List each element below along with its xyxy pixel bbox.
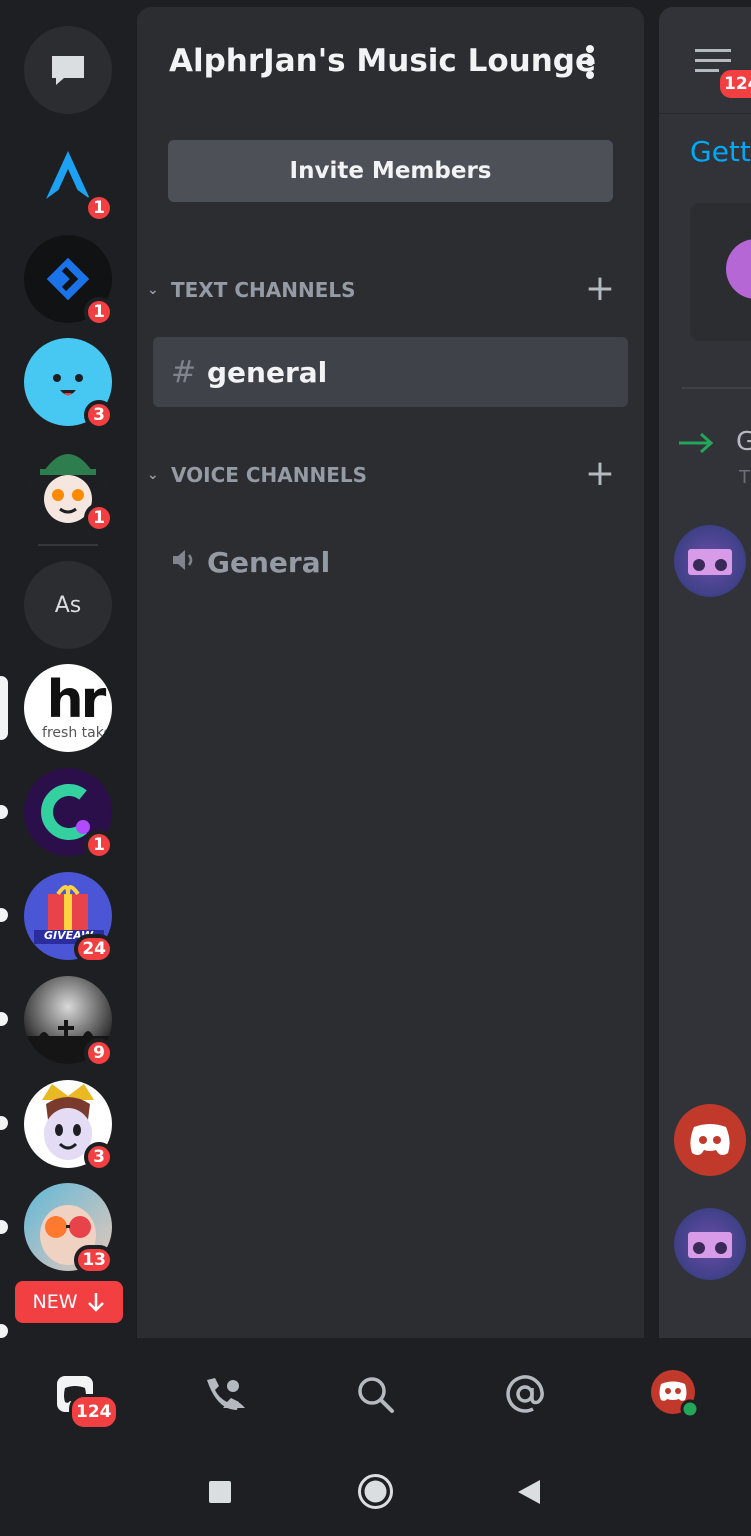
- unread-indicator: [0, 908, 8, 922]
- join-message-sub: T: [739, 467, 750, 488]
- friends-icon: [207, 1378, 245, 1410]
- server-name[interactable]: AlphrJan's Music Lounge: [169, 43, 596, 79]
- home-badge: 124: [69, 1394, 119, 1430]
- search-icon: [358, 1377, 394, 1413]
- new-unreads-button[interactable]: NEW: [15, 1281, 123, 1323]
- direct-messages-button[interactable]: [24, 26, 112, 114]
- server-icon-hat-avatar[interactable]: 1: [24, 441, 114, 533]
- join-arrow-icon: [679, 432, 714, 454]
- card-avatar: [726, 239, 751, 299]
- chevron-down-icon: ⌄: [147, 467, 159, 483]
- boombox-icon: [688, 549, 732, 575]
- unread-indicator: [0, 1012, 8, 1026]
- mention-badge: 1: [84, 503, 114, 533]
- voice-channel-general[interactable]: General: [153, 527, 628, 597]
- welcome-card: [690, 203, 751, 341]
- invite-members-button[interactable]: Invite Members: [168, 140, 613, 202]
- boombox-avatar[interactable]: [674, 525, 746, 597]
- unread-indicator: [0, 1324, 8, 1338]
- more-options-icon[interactable]: [583, 45, 597, 81]
- unread-indicator: [0, 1220, 8, 1234]
- mentions-tab[interactable]: [495, 1364, 555, 1424]
- selected-server-indicator: [0, 676, 8, 740]
- category-label: TEXT CHANNELS: [171, 278, 356, 302]
- mention-badge: 1: [84, 297, 114, 327]
- channel-panel: AlphrJan's Music Lounge Invite Members ⌄…: [137, 7, 644, 1338]
- alphr-logo-text: hr: [46, 670, 107, 730]
- channel-name: general: [207, 355, 328, 389]
- server-icon-giveaway[interactable]: GIVEAW 24: [24, 872, 114, 964]
- arrow-down-icon: [87, 1293, 104, 1312]
- unread-indicator: [0, 805, 8, 819]
- server-icon-crown-avatar[interactable]: 3: [24, 1080, 114, 1172]
- server-icon-as[interactable]: As: [24, 561, 112, 649]
- chat-panel-peek: 124 Gett G T: [659, 7, 751, 1338]
- profile-icon: [651, 1370, 700, 1419]
- discord-logo-icon: [690, 1124, 730, 1155]
- server-icon-diamond[interactable]: 1: [24, 235, 114, 327]
- message-divider: [682, 387, 751, 389]
- hash-icon: #: [171, 354, 197, 390]
- rail-divider: [38, 544, 98, 546]
- mention-badge: 1: [84, 193, 114, 223]
- add-channel-icon[interactable]: +: [585, 455, 615, 493]
- server-icon-blue-face[interactable]: 3: [24, 338, 114, 430]
- profile-tab[interactable]: [645, 1364, 705, 1424]
- chevron-down-icon: ⌄: [147, 282, 159, 298]
- new-label: NEW: [32, 1291, 78, 1313]
- server-icon-a[interactable]: 1: [24, 131, 114, 223]
- channel-general[interactable]: # general: [153, 337, 628, 407]
- server-rail: 1 1 3 1 As hr fresh take 1 GIVEAW 24 9 3…: [0, 0, 137, 1338]
- recents-icon[interactable]: [208, 1480, 232, 1504]
- boombox-avatar[interactable]: [674, 1208, 746, 1280]
- speaker-icon: [171, 545, 207, 580]
- category-text-channels[interactable]: ⌄ TEXT CHANNELS +: [145, 270, 625, 310]
- alphr-logo-sub: fresh take: [42, 725, 112, 741]
- server-icon-sunglasses[interactable]: 13: [24, 1183, 114, 1275]
- mentions-icon: [506, 1375, 544, 1413]
- home-tab[interactable]: 124: [45, 1364, 119, 1430]
- mention-badge: 9: [84, 1038, 114, 1068]
- mention-badge: 13: [74, 1245, 114, 1275]
- getting-started-link[interactable]: Gett: [690, 135, 751, 168]
- search-tab[interactable]: [345, 1364, 405, 1424]
- category-label: VOICE CHANNELS: [171, 463, 368, 487]
- home-circle-icon[interactable]: [357, 1473, 394, 1510]
- channel-name: General: [207, 545, 331, 579]
- back-icon[interactable]: [516, 1478, 542, 1506]
- server-icon-graveyard[interactable]: 9: [24, 976, 114, 1068]
- server-icon-c[interactable]: 1: [24, 768, 114, 860]
- mention-badge: 1: [84, 830, 114, 860]
- join-message-letter: G: [736, 427, 751, 457]
- category-voice-channels[interactable]: ⌄ VOICE CHANNELS +: [145, 455, 625, 495]
- mention-badge: 3: [84, 400, 114, 430]
- chat-bubble-icon: [52, 56, 84, 85]
- friends-tab[interactable]: [195, 1364, 255, 1424]
- system-navigation-bar: [0, 1448, 751, 1536]
- server-initials: As: [24, 561, 112, 649]
- menu-badge: 124: [717, 67, 751, 101]
- add-channel-icon[interactable]: +: [585, 270, 615, 308]
- server-icon-alphr[interactable]: hr fresh take: [24, 664, 112, 752]
- bottom-navigation: 124: [0, 1338, 751, 1448]
- mention-badge: 3: [84, 1142, 114, 1172]
- mention-badge: 24: [74, 934, 114, 964]
- boombox-icon: [688, 1232, 732, 1258]
- unread-indicator: [0, 1116, 8, 1130]
- discord-bot-avatar[interactable]: [674, 1104, 746, 1176]
